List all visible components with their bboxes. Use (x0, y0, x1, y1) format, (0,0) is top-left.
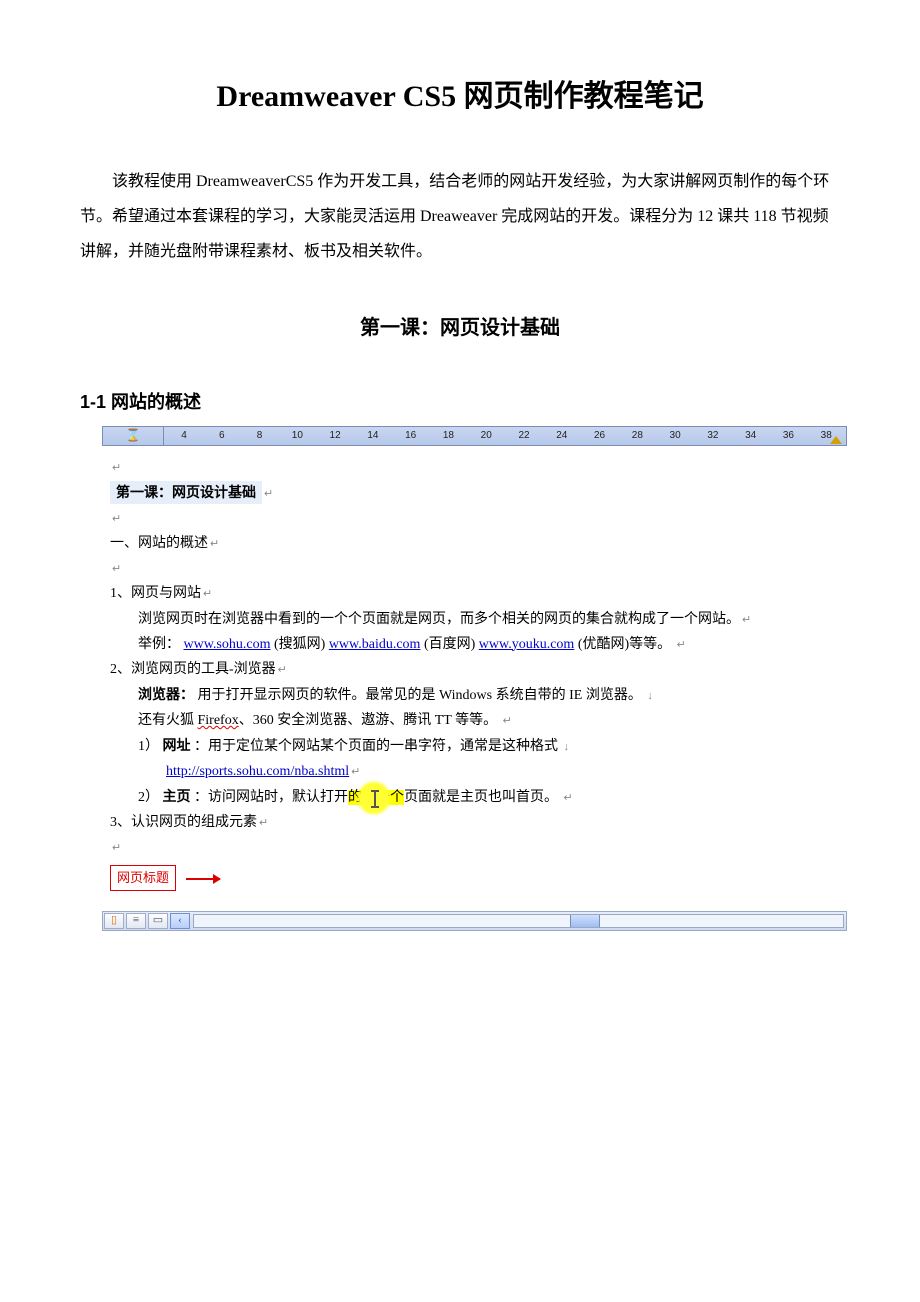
ruler-tick: 32 (705, 427, 721, 445)
ruler-tick: 18 (440, 427, 456, 445)
embed-section-1: 一、网站的概述 (110, 536, 208, 551)
sub2-no: 2） (138, 790, 159, 805)
item-1-title: 1、网页与网站 (110, 586, 201, 601)
link-youku[interactable]: www.youku.com (479, 637, 575, 652)
arrow-right-icon (186, 878, 220, 880)
ruler-tick: 22 (516, 427, 532, 445)
sub1-text: ：用于定位某个网站某个页面的一串字符，通常是这种格式 (194, 739, 558, 754)
lesson-heading: 第一课：网页设计基础 (80, 310, 840, 346)
status-btn-3[interactable]: ▭ (148, 913, 168, 929)
highlighted-text-1: 的 (348, 790, 362, 805)
firefox-spellcheck: Firefox (198, 713, 239, 728)
link-baidu[interactable]: www.baidu.com (329, 637, 421, 652)
link-sohu[interactable]: www.sohu.com (184, 637, 271, 652)
ruler-ticks: 4 6 8 10 12 14 16 18 20 22 24 26 28 30 32 34 36 38 (164, 427, 846, 445)
highlighted-text-3: 一个 (376, 790, 404, 805)
ruler-tick: 4 (176, 427, 192, 445)
item-1-para: 浏览网页时在浏览器中看到的一个个页面就是网页，而多个相关的网页的集合就构成了一个… (138, 612, 740, 627)
ruler-tick: 6 (214, 427, 230, 445)
browser-line2b: 、360 安全浏览器、遨游、腾讯 TT 等等。 (239, 713, 497, 728)
ruler-tick: 20 (478, 427, 494, 445)
hourglass-icon: ⌛ (126, 426, 141, 446)
browser-text: 用于打开显示网页的软件。最常见的是 Windows 系统自带的 IE 浏览器。 (198, 688, 642, 703)
ruler-tick: 10 (289, 427, 305, 445)
ruler-tick: 12 (327, 427, 343, 445)
sub2-label: 主页 (163, 788, 191, 804)
word-ruler: ⌛ 4 6 8 10 12 14 16 18 20 22 24 26 28 30 32 34 36 38 (102, 426, 847, 446)
link-sohu-after: (搜狐网) (274, 637, 329, 652)
horizontal-scrollbar[interactable] (193, 914, 844, 928)
page-title: Dreamweaver CS5 网页制作教程笔记 (80, 70, 840, 124)
ruler-tick: 36 (780, 427, 796, 445)
browser-label: 浏览器： (138, 686, 194, 702)
sub1-no: 1） (138, 739, 159, 754)
ruler-tick: 16 (403, 427, 419, 445)
status-btn-2[interactable]: ≡ (126, 913, 146, 929)
ruler-tick: 26 (592, 427, 608, 445)
intro-paragraph: 该教程使用 DreamweaverCS5 作为开发工具，结合老师的网站开发经验，… (80, 164, 840, 270)
text-cursor-icon (374, 791, 376, 807)
embedded-word-screenshot: ⌛ 4 6 8 10 12 14 16 18 20 22 24 26 28 30 32 34 36 38 ↵ 第一… (102, 426, 847, 931)
ruler-corner: ⌛ (103, 427, 164, 445)
ruler-tick: 14 (365, 427, 381, 445)
word-status-bar: ▯ ≡ ▭ ‹ (102, 911, 847, 931)
link-baidu-after: (百度网) (424, 637, 479, 652)
item-3-title: 3、认识网页的组成元素 (110, 815, 257, 830)
embed-lesson-title: 第一课：网页设计基础 (110, 481, 262, 504)
section-heading: 1-1 网站的概述 (80, 386, 840, 418)
status-btn-1[interactable]: ▯ (104, 913, 124, 929)
sub2-text1: ：访问网站时，默认打开 (194, 790, 348, 805)
annotation-box: 网页标题 (110, 865, 176, 890)
sub1-url[interactable]: http://sports.sohu.com/nba.shtml (166, 764, 349, 779)
ruler-tick: 30 (667, 427, 683, 445)
ruler-tick: 24 (554, 427, 570, 445)
ruler-tick: 38 (818, 427, 834, 445)
ruler-tick: 8 (252, 427, 268, 445)
sub2-text2: 页面就是主页也叫首页。 (404, 790, 558, 805)
browser-line2a: 还有火狐 (138, 713, 198, 728)
scrollbar-thumb[interactable] (570, 915, 600, 927)
status-btn-left[interactable]: ‹ (170, 913, 190, 929)
link-youku-after: (优酷网)等等。 (578, 637, 671, 652)
paragraph-mark-icon: ↵ (112, 462, 121, 474)
embedded-document-body: ↵ 第一课：网页设计基础↵ ↵ 一、网站的概述↵ ↵ 1、网页与网站↵ 浏览网页… (102, 446, 847, 895)
sub1-label: 网址 (163, 737, 191, 753)
ruler-tick: 34 (743, 427, 759, 445)
ruler-tick: 28 (629, 427, 645, 445)
example-label: 举例： (138, 637, 180, 652)
item-2-title: 2、浏览网页的工具-浏览器 (110, 662, 276, 677)
